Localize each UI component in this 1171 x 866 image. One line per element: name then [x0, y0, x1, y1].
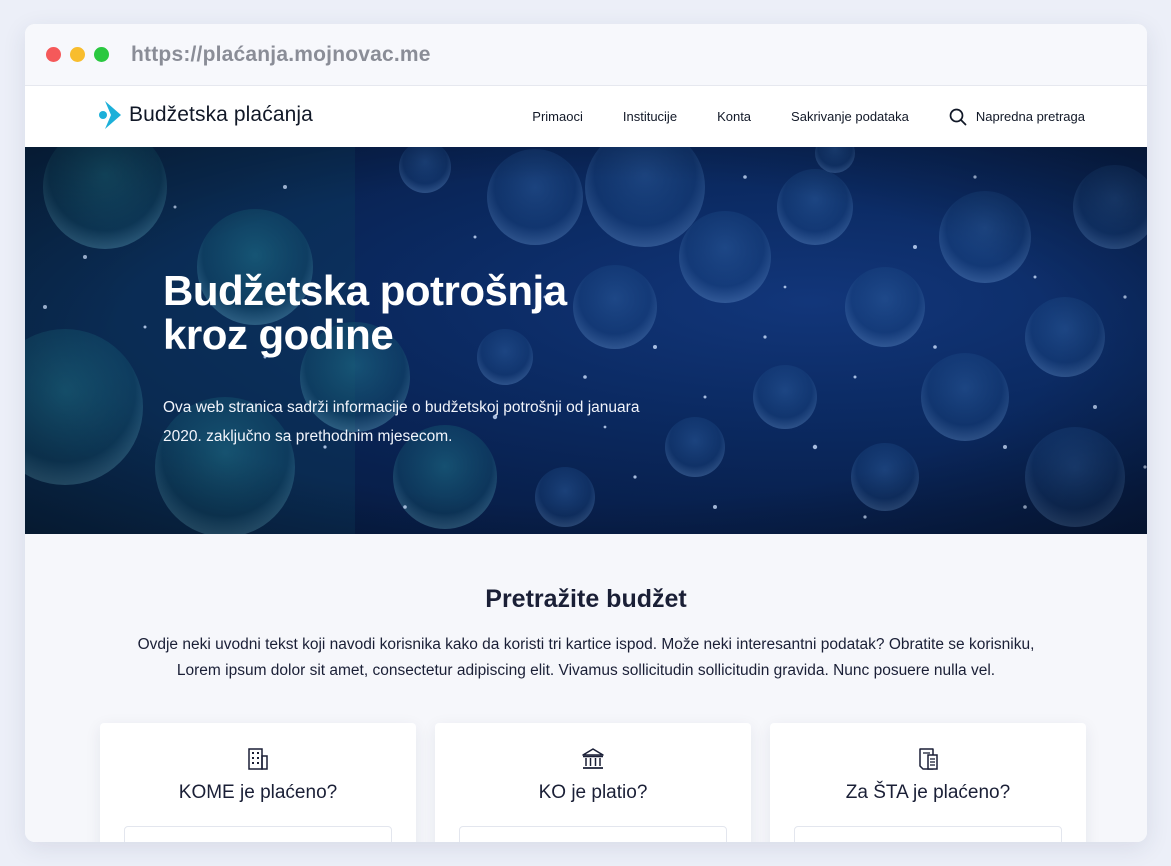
hero-description-line-1: Ova web stranica sadrži informacije o bu…: [163, 399, 640, 416]
card-za-sta-je-placeno[interactable]: Za ŠTA je plaćeno?: [770, 723, 1086, 842]
card-search-field[interactable]: [124, 826, 392, 842]
card-title: KO je platio?: [538, 782, 648, 803]
nav-item-konta[interactable]: Konta: [717, 109, 751, 124]
address-bar[interactable]: https://plaćanja.mojnovac.me: [131, 43, 431, 67]
search-cards: KOME je plaćeno? KO je platio? Za ŠTA je…: [100, 723, 1086, 842]
card-ko-je-platio[interactable]: KO je platio?: [435, 723, 751, 842]
hero-description-line-2: 2020. zaključno sa prethodnim mjesecom.: [163, 428, 453, 445]
logo-text: Budžetska plaćanja: [129, 103, 313, 126]
close-window-button[interactable]: [46, 47, 61, 62]
hero-title-line-1: Budžetska potrošnja: [163, 267, 567, 314]
minimize-window-button[interactable]: [70, 47, 85, 62]
browser-toolbar: https://plaćanja.mojnovac.me: [25, 24, 1147, 86]
budget-search-section: Pretražite budžet Ovdje neki uvodni teks…: [25, 534, 1147, 842]
document-icon: [919, 748, 938, 770]
logo-arrow-icon: [99, 101, 121, 129]
advanced-search-link[interactable]: Napredna pretraga: [949, 108, 1085, 126]
hero-banner: Budžetska potrošnja kroz godine Ova web …: [25, 147, 1147, 534]
card-title: KOME je plaćeno?: [178, 782, 338, 803]
window-controls: [46, 47, 109, 62]
section-intro-line-2: Lorem ipsum dolor sit amet, consectetur …: [176, 662, 996, 679]
card-title: Za ŠTA je plaćeno?: [845, 782, 1011, 803]
site-logo[interactable]: Budžetska plaćanja: [98, 99, 313, 131]
main-navigation: Primaoci Institucije Konta Sakrivanje po…: [532, 86, 1085, 147]
hero-title-line-2: kroz godine: [163, 311, 394, 358]
nav-item-sakrivanje-podataka[interactable]: Sakrivanje podataka: [791, 109, 909, 124]
advanced-search-label: Napredna pretraga: [975, 109, 1085, 124]
hero-title: Budžetska potrošnja kroz godine: [163, 269, 683, 357]
nav-item-institucije[interactable]: Institucije: [623, 109, 677, 124]
card-search-field[interactable]: [794, 826, 1062, 842]
card-search-field[interactable]: [459, 826, 727, 842]
search-icon: [949, 108, 967, 125]
maximize-window-button[interactable]: [94, 47, 109, 62]
browser-window: https://plaćanja.mojnovac.me Budžetska p…: [25, 24, 1147, 842]
section-title: Pretražite budžet: [485, 585, 687, 613]
section-intro: Ovdje neki uvodni tekst koji navodi kori…: [25, 632, 1147, 684]
site-header: Budžetska plaćanja Primaoci Institucije …: [25, 86, 1147, 147]
institution-icon: [582, 748, 604, 769]
building-icon: [248, 748, 268, 770]
card-kome-je-placeno[interactable]: KOME je plaćeno?: [100, 723, 416, 842]
hero-description: Ova web stranica sadrži informacije o bu…: [163, 393, 663, 451]
section-intro-line-1: Ovdje neki uvodni tekst koji navodi kori…: [137, 636, 1035, 653]
nav-item-primaoci[interactable]: Primaoci: [532, 109, 583, 124]
